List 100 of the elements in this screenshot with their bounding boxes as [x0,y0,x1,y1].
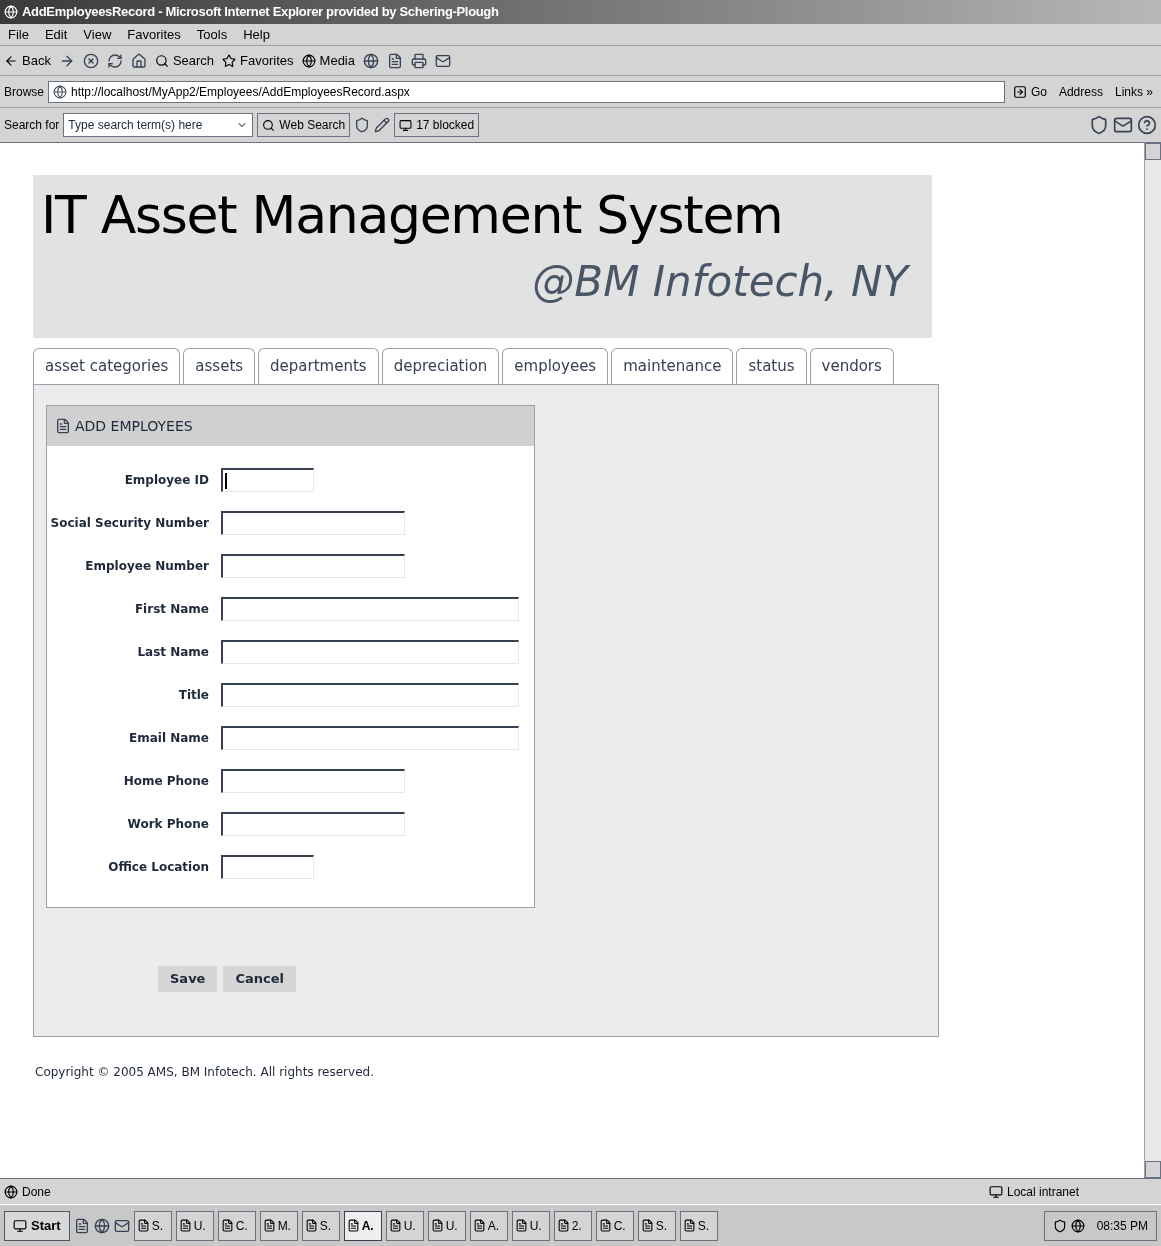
star-icon [222,53,237,68]
menu-item[interactable]: Edit [44,24,68,45]
text-field[interactable] [221,597,519,621]
globe-icon [301,53,316,68]
taskbar-button[interactable]: 2. [553,1210,592,1241]
media-button[interactable]: Media [301,50,355,71]
nav-tab[interactable]: depreciation [381,348,500,384]
back-button[interactable]: Back [4,50,51,71]
text-field[interactable] [221,554,405,578]
nav-tab[interactable]: maintenance [611,348,734,384]
document-icon [514,1219,528,1232]
text-field[interactable] [221,511,405,535]
refresh-icon[interactable] [106,52,123,69]
help-icon[interactable] [1137,115,1157,135]
menu-item[interactable]: View [83,24,112,45]
scrollbar[interactable] [1144,143,1161,1178]
menu-item[interactable]: Favorites [127,24,181,45]
text-field[interactable] [221,769,405,793]
web-search-button[interactable]: Web Search [257,113,351,137]
document-icon [430,1219,444,1232]
taskbar-button[interactable]: S. [679,1210,718,1241]
taskbar-button[interactable]: C. [217,1210,256,1241]
nav-tab[interactable]: asset categories [33,348,181,384]
status-text: Done [22,1183,52,1201]
field-label: Employee Number [84,558,209,575]
links-label[interactable]: Links » [1110,82,1157,101]
text-field[interactable] [221,855,314,879]
home-icon[interactable] [130,52,147,69]
document-icon [472,1219,486,1232]
menu-item[interactable]: File [8,24,29,45]
go-button[interactable]: Go [1008,82,1051,101]
taskbar-button[interactable]: U. [175,1210,214,1241]
quick-launch-icon[interactable] [73,1217,90,1234]
field-label: Employee ID [123,472,209,489]
form-button[interactable]: Cancel [223,966,296,992]
field-label: Email Name [128,730,209,747]
taskbar-button[interactable]: S. [133,1210,172,1241]
window-title: AddEmployeesRecord - Microsoft Internet Explorer provided by Schering-Plough [22,3,499,22]
text-field[interactable] [221,468,314,492]
form-button[interactable]: Save [158,966,218,992]
toolbar-icon[interactable] [354,117,371,133]
mail-icon[interactable] [435,52,451,69]
search-field[interactable]: Type search term(s) here [63,113,254,137]
taskbar-button[interactable]: U. [511,1210,550,1241]
taskbar-button[interactable]: S. [637,1210,676,1241]
document-icon [304,1219,318,1232]
zone-text: Local intranet [1007,1183,1081,1201]
tray-icon[interactable] [1070,1218,1085,1233]
favorites-button[interactable]: Favorites [222,50,294,71]
document-icon [346,1219,360,1232]
taskbar-button[interactable]: A. [343,1210,382,1241]
taskbar-button[interactable]: C. [595,1210,634,1241]
menu-item[interactable]: Help [243,24,270,45]
tray-icon[interactable] [1052,1218,1067,1233]
toolbar-icon[interactable] [1113,115,1133,135]
address-label: Browse [4,83,44,101]
nav-tab[interactable]: departments [258,348,379,384]
document-icon[interactable] [387,52,403,69]
nav-tab[interactable]: vendors [809,348,894,384]
text-field[interactable] [221,726,519,750]
quick-launch-icon[interactable] [93,1217,110,1234]
taskbar-button[interactable]: U. [385,1210,424,1241]
field-label: Title [177,687,209,704]
document-icon [556,1219,570,1232]
text-field[interactable] [221,640,519,664]
search-button[interactable]: Search [154,50,215,71]
quick-launch-icon[interactable] [113,1217,130,1234]
clock: 08:35 PM [1096,1217,1148,1235]
menu-item[interactable]: Tools [196,24,228,45]
field-label: Office Location [107,859,209,876]
taskbar-button[interactable]: U. [427,1210,466,1241]
form-heading: ADD EMPLOYEES [75,416,193,436]
back-arrow-icon [4,53,18,68]
page-icon [4,1184,18,1199]
document-icon [598,1219,612,1232]
toolbar-icon[interactable] [374,117,391,133]
document-icon [178,1219,192,1232]
search-icon [154,53,169,68]
nav-tab[interactable]: employees [502,348,609,384]
nav-tab[interactable]: status [736,348,807,384]
taskbar-button[interactable]: M. [259,1210,298,1241]
document-icon [388,1219,402,1232]
address-field[interactable]: http://localhost/MyApp2/Employees/AddEmployeesRecord.aspx [48,80,1005,103]
nav-tab[interactable]: assets [183,348,256,384]
copyright-text: Copyright © 2005 AMS, BM Infotech. All rights reserved. [35,1064,375,1081]
print-icon[interactable] [411,52,427,69]
page-icon [53,84,67,99]
field-label: Home Phone [122,773,209,790]
field-label: First Name [133,601,209,618]
taskbar-button[interactable]: A. [469,1210,508,1241]
start-button[interactable]: Start [4,1210,70,1241]
field-label: Work Phone [126,816,209,833]
popup-blocker-button[interactable]: 17 blocked [394,113,480,137]
taskbar-button[interactable]: S. [301,1210,340,1241]
toolbar-icon[interactable] [1089,115,1109,135]
stop-icon[interactable] [82,52,99,69]
site-subtitle: @BM Infotech, NY [532,261,924,303]
text-field[interactable] [221,812,405,836]
text-field[interactable] [221,683,519,707]
search-label: Search for [4,117,60,134]
